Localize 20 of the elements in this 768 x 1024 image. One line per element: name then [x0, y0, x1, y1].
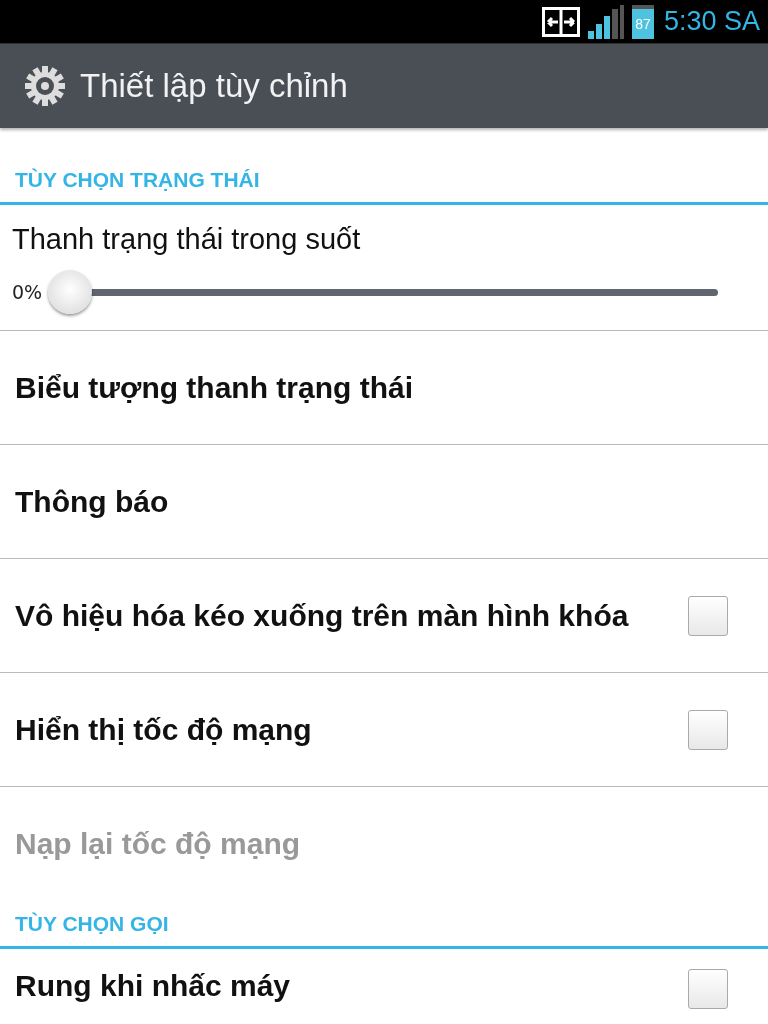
setting-label[interactable]: Vô hiệu hóa kéo xuống trên màn hình khóa [15, 598, 629, 633]
setting-label[interactable]: Thông báo [15, 484, 169, 519]
checkbox[interactable] [688, 709, 728, 750]
signal-icon [587, 4, 624, 39]
battery-level: 87 [635, 15, 651, 32]
data-transfer-icon [541, 6, 580, 37]
setting-label: Thanh trạng thái trong suốt [12, 223, 362, 256]
checkbox[interactable] [688, 969, 728, 1009]
setting-label[interactable]: Rung khi nhấc máy [15, 969, 291, 1003]
setting-label[interactable]: Hiển thị tốc độ mạng [15, 712, 312, 747]
clock: 5:30 SA [663, 6, 760, 37]
slider-value: 0% [12, 281, 43, 303]
setting-label[interactable]: Biểu tượng thanh trạng thái [15, 370, 414, 405]
section-header: TÙY CHỌN TRẠNG THÁI [14, 167, 261, 193]
section-header: TÙY CHỌN GỌI [14, 911, 170, 937]
screen-title: Thiết lập tùy chỉnh [80, 67, 348, 105]
checkbox[interactable] [688, 595, 728, 636]
gear-icon [24, 65, 66, 107]
slider-thumb[interactable] [48, 269, 93, 314]
setting-label: Nạp lại tốc độ mạng [15, 826, 301, 861]
